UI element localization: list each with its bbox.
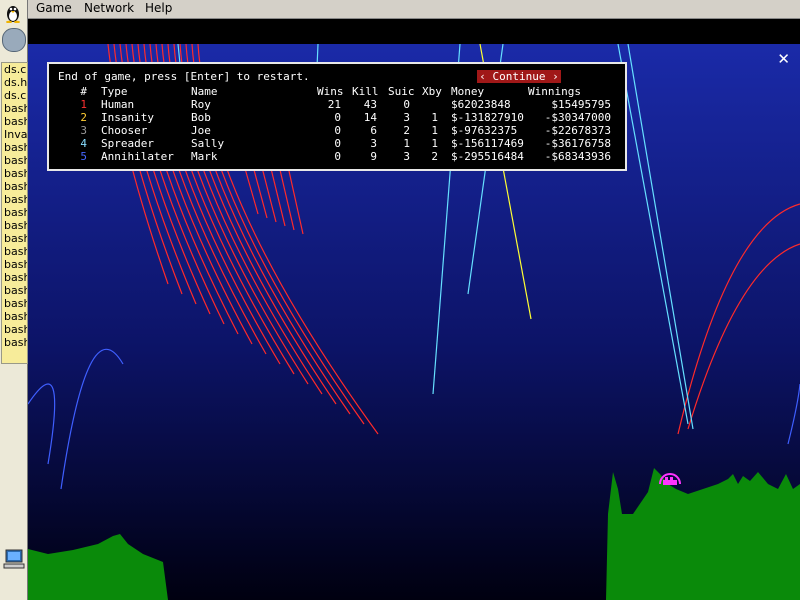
task-item[interactable]: bash [2,336,27,349]
player-winnings: $15495795 [551,98,611,111]
player-num: 5 [80,150,87,163]
task-list: ds.cds.hds.cbashbashInvabashbashbashbash… [1,62,28,364]
task-item[interactable]: bash [2,232,27,245]
menu-game[interactable]: Game [36,0,72,16]
score-dialog: End of game, press [Enter] to restart. ‹… [47,62,627,171]
end-of-game-message: End of game, press [Enter] to restart. [58,70,310,83]
task-item[interactable]: bash [2,206,27,219]
task-item[interactable]: bash [2,323,27,336]
header-money: Money [451,85,485,98]
task-item[interactable]: bash [2,297,27,310]
task-item[interactable]: bash [2,141,27,154]
player-xby: 1 [431,137,438,150]
player-money: $-97632375 [451,124,518,137]
player-type: Annihilater [101,150,174,163]
player-kill: 6 [370,124,377,137]
player-suic: 0 [403,98,410,111]
header-xby: Xby [422,85,442,98]
player-name: Mark [191,150,218,163]
task-item[interactable]: Inva [2,128,27,141]
task-item[interactable]: bash [2,245,27,258]
player-money: $-131827910 [451,111,524,124]
player-wins: 0 [334,124,341,137]
player-num: 2 [80,111,87,124]
header-wins: Wins [317,85,344,98]
player-money: $62023848 [451,98,511,111]
menu-network[interactable]: Network [84,0,134,16]
player-winnings: -$68343936 [544,150,611,163]
player-suic: 3 [403,111,410,124]
player-type: Insanity [101,111,154,124]
player-wins: 0 [334,150,341,163]
player-num: 1 [80,98,87,111]
player-wins: 0 [334,111,341,124]
player-type: Human [101,98,135,111]
player-type: Spreader [101,137,154,150]
header-type: Type [101,85,128,98]
task-item[interactable]: bash [2,115,27,128]
player-wins: 21 [327,98,341,111]
task-item[interactable]: bash [2,284,27,297]
player-num: 3 [80,124,87,137]
player-kill: 3 [370,137,377,150]
task-item[interactable]: bash [2,258,27,271]
player-name: Roy [191,98,211,111]
close-icon[interactable]: ✕ [777,52,790,67]
header-kill: Kill [352,85,379,98]
task-item[interactable]: ds.h [2,76,27,89]
player-name: Joe [191,124,211,137]
player-xby: 1 [431,124,438,137]
player-winnings: -$22678373 [544,124,611,137]
player-money: $-156117469 [451,137,524,150]
task-item[interactable]: ds.c [2,89,27,102]
player-type: Chooser [101,124,148,137]
player-xby: 1 [431,111,438,124]
menu-help[interactable]: Help [145,0,172,16]
task-item[interactable]: bash [2,310,27,323]
header-suic: Suic [388,85,415,98]
task-item[interactable]: bash [2,219,27,232]
desktop-panel: ds.cds.hds.cbashbashInvabashbashbashbash… [0,0,28,600]
player-kill: 14 [363,111,377,124]
player-xby: 2 [431,150,438,163]
header-num: # [80,85,87,98]
player-suic: 2 [403,124,410,137]
task-item[interactable]: bash [2,180,27,193]
player-kill: 43 [363,98,377,111]
header-name: Name [191,85,218,98]
task-item[interactable]: ds.c [2,63,27,76]
player-winnings: -$36176758 [544,137,611,150]
player-suic: 1 [403,137,410,150]
continue-button[interactable]: ‹ Continue › [477,70,561,83]
status-strip [28,19,800,44]
computer-icon[interactable] [3,548,25,570]
task-item[interactable]: bash [2,193,27,206]
game-window: Game Network Help ✕ End of game, press [… [28,0,800,600]
desktop-switcher-button[interactable] [2,28,26,52]
player-winnings: -$30347000 [544,111,611,124]
task-item[interactable]: bash [2,271,27,284]
task-item[interactable]: bash [2,102,27,115]
player-name: Bob [191,111,211,124]
tux-icon[interactable] [3,3,23,23]
task-item[interactable]: bash [2,154,27,167]
header-winnings: Winnings [528,85,581,98]
player-wins: 0 [334,137,341,150]
player-num: 4 [80,137,87,150]
player-suic: 3 [403,150,410,163]
player-name: Sally [191,137,225,150]
player-money: $-295516484 [451,150,524,163]
task-item[interactable]: bash [2,167,27,180]
player-kill: 9 [370,150,377,163]
menu-bar: Game Network Help [28,0,800,19]
